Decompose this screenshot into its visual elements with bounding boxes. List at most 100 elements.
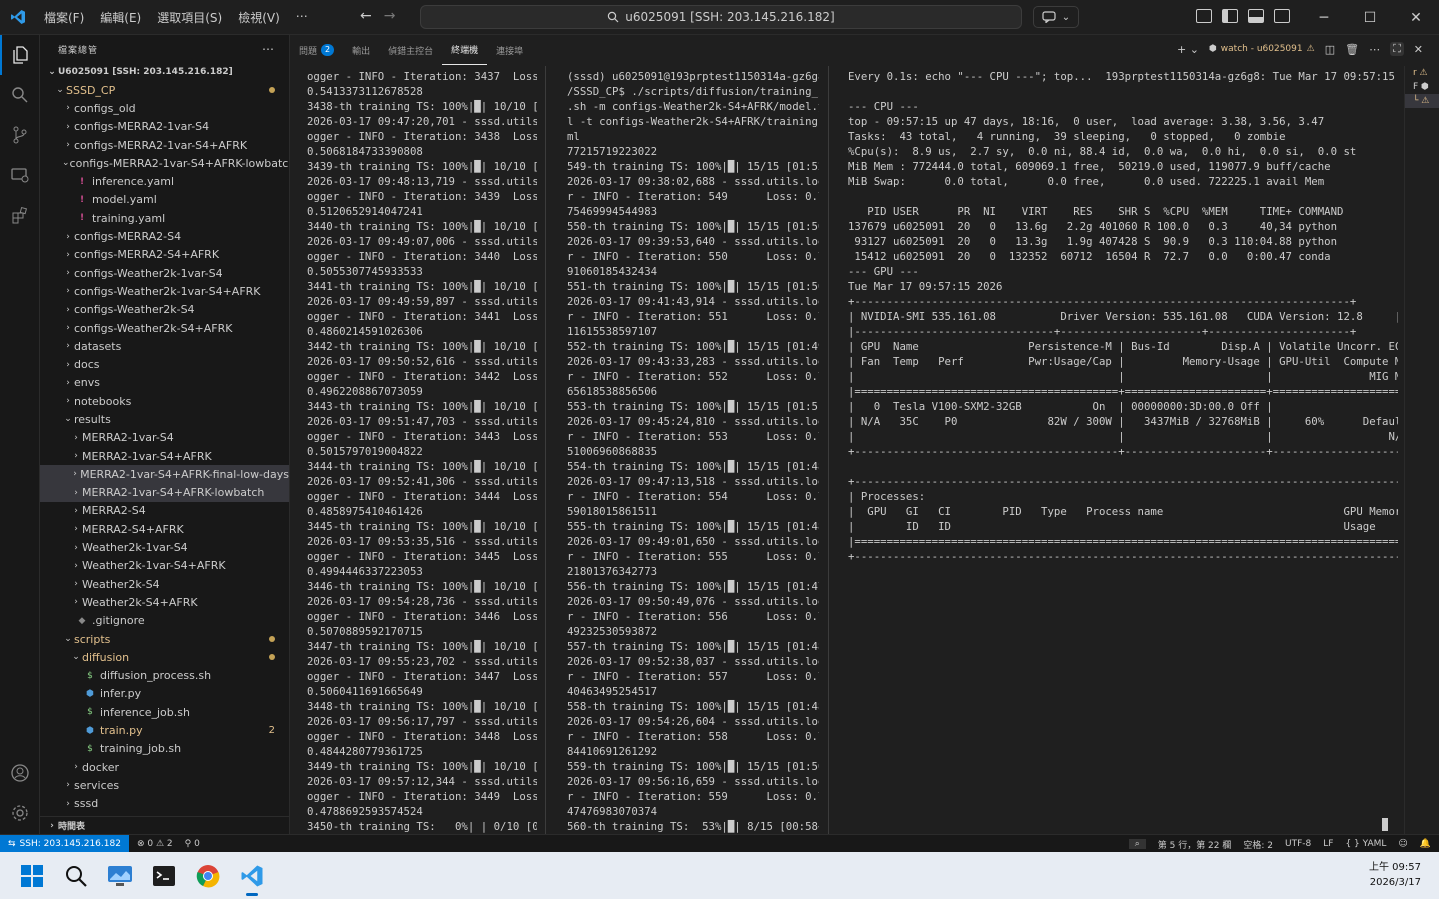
tree-item[interactable]: › MERRA2-S4 — [40, 502, 289, 520]
tree-item[interactable]: › services — [40, 776, 289, 794]
forward-arrow-icon[interactable]: → — [384, 8, 396, 24]
tree-item[interactable]: ⌄ SSSD_CP — [40, 81, 289, 99]
tree-item[interactable]: ⌄ diffusion — [40, 648, 289, 666]
chrome-icon[interactable] — [186, 854, 230, 898]
maximize-icon[interactable]: ☐ — [1347, 0, 1393, 35]
tree-item[interactable]: › docker — [40, 758, 289, 776]
menu-edit[interactable]: 編輯(E) — [92, 9, 149, 26]
tree-item[interactable]: › Weather2k-1var-S4 — [40, 538, 289, 556]
line-ending[interactable]: LF — [1323, 839, 1333, 849]
tree-item[interactable]: › configs_old — [40, 99, 289, 117]
more-actions-icon[interactable]: ⋯ — [262, 42, 275, 56]
menu-view[interactable]: 檢視(V) — [230, 9, 288, 26]
tab-ports[interactable]: 連接埠 — [487, 35, 532, 65]
terminal-tab-3[interactable]: └ ⚠ — [1405, 94, 1439, 108]
tree-item[interactable]: › Weather2k-1var-S4+AFRK — [40, 557, 289, 575]
toggle-sidebar-icon[interactable] — [1222, 9, 1238, 23]
pane-divider[interactable] — [545, 66, 546, 834]
account-icon[interactable] — [0, 753, 40, 793]
tree-item[interactable]: › configs-MERRA2-S4 — [40, 227, 289, 245]
tree-item[interactable]: ⌄ results — [40, 410, 289, 428]
tree-item[interactable]: ⬢ infer.py — [40, 685, 289, 703]
zoom-icon[interactable]: ⌕ — [1128, 839, 1146, 849]
tree-item[interactable]: › configs-MERRA2-1var-S4+AFRK — [40, 136, 289, 154]
remote-explorer-icon[interactable] — [0, 155, 40, 195]
source-control-icon[interactable] — [0, 115, 40, 155]
tree-item[interactable]: › MERRA2-1var-S4+AFRK — [40, 447, 289, 465]
search-icon[interactable] — [0, 75, 40, 115]
toggle-panel-icon[interactable] — [1248, 9, 1264, 23]
search-icon[interactable] — [54, 854, 98, 898]
terminal-pane-left[interactable]: ogger - INFO - Iteration: 3437 Loss: 0.5… — [307, 66, 537, 834]
tree-item[interactable]: › MERRA2-1var-S4+AFRK-lowbatch — [40, 483, 289, 502]
tree-item[interactable]: › configs-Weather2k-1var-S4+AFRK — [40, 282, 289, 300]
tree-item[interactable]: › docs — [40, 355, 289, 373]
pane-divider[interactable] — [828, 66, 829, 834]
tree-item[interactable]: › configs-MERRA2-S4+AFRK — [40, 246, 289, 264]
tree-item[interactable]: ⌄ configs-MERRA2-1var-S4+AFRK-lowbatch — [40, 154, 289, 172]
tree-item[interactable]: ! training.yaml — [40, 209, 289, 227]
tree-item[interactable]: › MERRA2-1var-S4+AFRK-final-low-days — [40, 465, 289, 484]
tree-item[interactable]: ⌄ scripts — [40, 630, 289, 648]
ports-status[interactable]: ⚲ 0 — [185, 839, 200, 849]
toggle-secondary-sidebar-icon[interactable] — [1274, 9, 1290, 23]
tree-item[interactable]: ! inference.yaml — [40, 172, 289, 190]
tab-terminal[interactable]: 終端機 — [442, 35, 488, 65]
tree-item[interactable]: › configs-Weather2k-S4+AFRK — [40, 319, 289, 337]
tree-item[interactable]: › sssd — [40, 795, 289, 813]
terminal-pane-right[interactable]: Every 0.1s: echo "--- CPU ---"; top... 1… — [848, 66, 1398, 834]
tree-item[interactable]: › MERRA2-S4+AFRK — [40, 520, 289, 538]
terminal-tab-1[interactable]: r ⚠ — [1405, 66, 1439, 80]
tree-item[interactable]: › envs — [40, 374, 289, 392]
new-terminal-icon[interactable]: + ⌄ — [1177, 43, 1199, 56]
copilot-button[interactable]: ⌄ — [1033, 6, 1079, 28]
remote-indicator[interactable]: ⇆ SSH: 203.145.216.182 — [0, 834, 129, 853]
minimize-icon[interactable]: ─ — [1301, 0, 1347, 35]
close-panel-icon[interactable]: ✕ — [1414, 43, 1423, 56]
menu-selection[interactable]: 選取項目(S) — [149, 9, 230, 26]
tree-item[interactable]: ◆ .gitignore — [40, 612, 289, 630]
cursor-position[interactable]: 第 5 行，第 22 欄 — [1158, 838, 1232, 851]
system-clock[interactable]: 上午 09:57 2026/3/17 — [1369, 860, 1421, 890]
tab-problems[interactable]: 問題 2 — [290, 35, 343, 65]
explorer-icon[interactable] — [0, 35, 40, 75]
more-actions-icon[interactable]: ⋯ — [1369, 43, 1380, 56]
indentation[interactable]: 空格: 2 — [1243, 838, 1273, 851]
language-mode[interactable]: { } YAML — [1345, 839, 1386, 849]
encoding[interactable]: UTF-8 — [1285, 839, 1311, 849]
tree-item[interactable]: › configs-Weather2k-S4 — [40, 301, 289, 319]
trash-icon[interactable]: 🗑 — [1345, 43, 1359, 56]
tree-item[interactable]: › configs-Weather2k-1var-S4 — [40, 264, 289, 282]
tree-item[interactable]: › MERRA2-1var-S4 — [40, 429, 289, 447]
tab-output[interactable]: 輸出 — [343, 35, 379, 65]
maximize-panel-icon[interactable]: ⛶ — [1390, 42, 1404, 56]
tree-item[interactable]: $ training_job.sh — [40, 740, 289, 758]
tree-item[interactable]: ! model.yaml — [40, 191, 289, 209]
tree-item[interactable]: › Weather2k-S4+AFRK — [40, 593, 289, 611]
tree-item[interactable]: › configs-MERRA2-1var-S4 — [40, 118, 289, 136]
vscode-taskbar-icon[interactable] — [230, 854, 274, 898]
tree-item[interactable]: › notebooks — [40, 392, 289, 410]
terminal-app-icon[interactable] — [142, 854, 186, 898]
tree-item[interactable]: › datasets — [40, 337, 289, 355]
terminal-pane-middle[interactable]: (sssd) u6025091@193prptest1150314a-gz6g8… — [567, 66, 819, 834]
terminal-tab-2[interactable]: F ⬢ — [1405, 80, 1439, 94]
tree-item[interactable]: $ inference_job.sh — [40, 703, 289, 721]
gear-icon[interactable] — [0, 793, 40, 833]
notifications-bell-icon[interactable]: 🔔 — [1420, 839, 1431, 849]
back-arrow-icon[interactable]: ← — [360, 8, 372, 24]
problems-status[interactable]: ⊗ 0 ⚠ 2 — [137, 839, 173, 849]
extensions-icon[interactable] — [0, 195, 40, 235]
timeline-section[interactable]: › 時間表 — [40, 816, 289, 834]
split-terminal-icon[interactable]: ◫ — [1325, 43, 1335, 56]
menu-more[interactable]: ⋯ — [288, 9, 316, 26]
tree-item[interactable]: › Weather2k-S4 — [40, 575, 289, 593]
tree-item[interactable]: $ diffusion_process.sh — [40, 667, 289, 685]
command-center-search[interactable]: u6025091 [SSH: 203.145.216.182] — [420, 5, 1022, 29]
tree-item[interactable]: ⬢ train.py 2 — [40, 721, 289, 739]
tab-debug-console[interactable]: 偵錯主控台 — [379, 35, 442, 65]
copilot-status-icon[interactable]: ☺ — [1398, 839, 1407, 849]
terminal-selector[interactable]: ⬢ watch - u6025091 ⚠ — [1209, 44, 1315, 54]
menu-file[interactable]: 檔案(F) — [36, 9, 92, 26]
remote-desktop-icon[interactable] — [98, 854, 142, 898]
